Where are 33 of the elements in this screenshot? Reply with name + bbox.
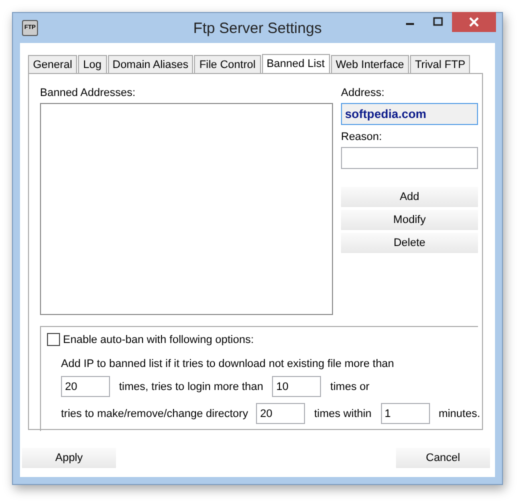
action-button[interactable]: Modify	[341, 210, 478, 230]
maximize-icon	[433, 17, 443, 27]
directory-count-field[interactable]: 20	[256, 403, 306, 424]
times-or-text: times or	[330, 380, 370, 392]
times-within-text: times within	[314, 408, 372, 420]
minutes-field[interactable]: 1	[380, 403, 430, 424]
directory-text: tries to make/remove/change directory	[61, 408, 248, 420]
action-button[interactable]: Delete	[341, 233, 478, 253]
login-text: times, tries to login more than	[119, 380, 264, 392]
close-icon	[469, 17, 479, 27]
login-count-field[interactable]: 10	[272, 376, 322, 397]
address-label: Address:	[341, 87, 386, 99]
download-count-field[interactable]: 20	[61, 376, 110, 397]
reason-label: Reason:	[341, 131, 383, 143]
minutes-text: minutes.	[438, 408, 480, 420]
tab[interactable]: Banned List	[262, 54, 330, 74]
tab[interactable]: File Control	[194, 55, 261, 73]
tab[interactable]: Web Interface	[330, 55, 409, 73]
auto-ban-checkbox[interactable]	[47, 333, 60, 346]
tab[interactable]: General	[28, 55, 78, 73]
dialog-button[interactable]: Apply	[22, 448, 116, 468]
close-button[interactable]	[452, 12, 496, 32]
auto-ban-label: Enable auto-ban with following options:	[63, 334, 254, 346]
banned-addresses-label: Banned Addresses:	[40, 87, 136, 99]
action-button[interactable]: Add	[341, 187, 478, 207]
tab[interactable]: Trival FTP	[410, 55, 470, 73]
auto-ban-description: Add IP to banned list if it tries to download not existing file more than	[61, 358, 394, 370]
tab[interactable]: Log	[78, 55, 106, 73]
reason-field[interactable]	[341, 147, 478, 169]
tab[interactable]: Domain Aliases	[108, 55, 194, 73]
address-field[interactable]: softpedia.com	[341, 103, 478, 125]
dialog-button[interactable]: Cancel	[396, 448, 490, 468]
window-title: Ftp Server Settings	[193, 20, 322, 36]
